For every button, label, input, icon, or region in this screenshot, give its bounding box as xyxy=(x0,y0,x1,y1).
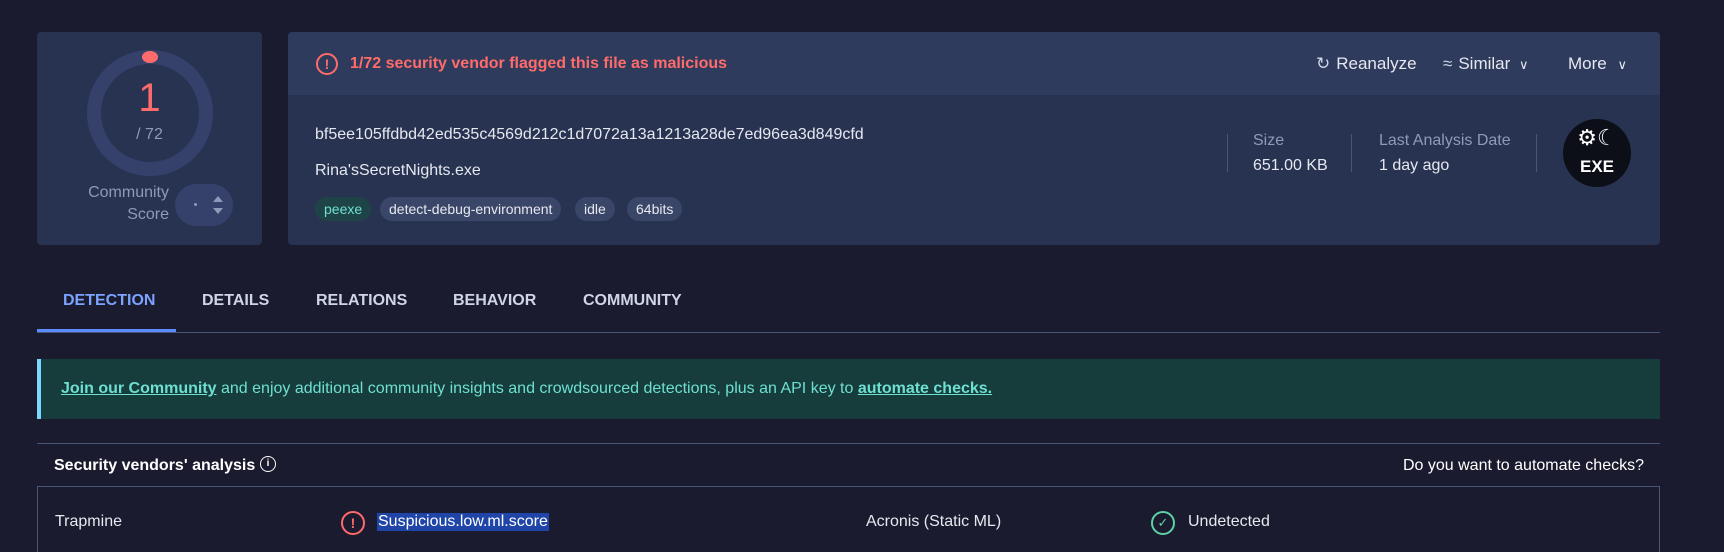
file-hash[interactable]: bf5ee105ffdbd42ed535c4569d212c1d7072a13a… xyxy=(315,126,864,144)
banner-text: Join our Community and enjoy additional … xyxy=(61,380,992,398)
tag-idle[interactable]: idle xyxy=(575,197,615,221)
vote-up-icon[interactable] xyxy=(213,196,223,202)
tab-relations[interactable]: RELATIONS xyxy=(316,292,407,310)
alert-circle-icon: ! xyxy=(316,53,338,75)
community-vote-widget[interactable] xyxy=(175,184,233,226)
tag-peexe[interactable]: peexe xyxy=(315,197,372,221)
vendors-section-title: Security vendors' analysis xyxy=(54,457,256,474)
ring-detection-marker xyxy=(142,51,158,63)
divider xyxy=(37,443,1660,444)
automate-checks-link[interactable]: automate checks. xyxy=(858,380,992,397)
chevron-down-icon: ∨ xyxy=(1617,57,1627,72)
size-label: Size xyxy=(1253,132,1285,149)
tab-detection[interactable]: DETECTION xyxy=(63,292,155,310)
tab-community[interactable]: COMMUNITY xyxy=(583,292,682,310)
last-analysis-value: 1 day ago xyxy=(1379,157,1450,174)
exe-file-icon: ⚙☾ EXE xyxy=(1563,119,1631,187)
vendor-name: Trapmine xyxy=(55,513,122,530)
tag-64bits[interactable]: 64bits xyxy=(627,197,683,221)
divider xyxy=(1351,134,1352,172)
more-button[interactable]: More ∨ xyxy=(1568,54,1627,74)
chevron-down-icon: ∨ xyxy=(1519,57,1529,72)
automate-checks-question[interactable]: Do you want to automate checks? xyxy=(1403,457,1644,475)
vote-score-dot xyxy=(194,203,197,206)
divider xyxy=(1227,134,1228,172)
detection-result: Undetected xyxy=(1188,513,1270,530)
similar-icon: ≈ xyxy=(1443,54,1453,73)
community-banner: Join our Community and enjoy additional … xyxy=(37,359,1660,419)
community-score-card: 1 / 72 Community Score xyxy=(37,32,262,245)
file-info-card: ! 1/72 security vendor flagged this file… xyxy=(288,32,1660,245)
analysis-tabs: DETECTION DETAILS RELATIONS BEHAVIOR COM… xyxy=(37,280,1660,333)
gears-icon: ⚙☾ xyxy=(1577,125,1617,150)
join-community-link[interactable]: Join our Community xyxy=(61,380,217,397)
refresh-icon: ↻ xyxy=(1316,54,1331,73)
vendors-table: Trapmine ! Suspicious.low.ml.score Acron… xyxy=(37,486,1660,552)
file-name: Rina'sSecretNights.exe xyxy=(315,162,481,179)
malicious-alert-bar: ! 1/72 security vendor flagged this file… xyxy=(288,32,1660,95)
file-type-label: EXE xyxy=(1579,157,1615,176)
tab-details[interactable]: DETAILS xyxy=(202,292,269,310)
tab-behavior[interactable]: BEHAVIOR xyxy=(453,292,536,310)
vote-down-icon[interactable] xyxy=(213,208,223,214)
check-circle-icon: ✓ xyxy=(1151,511,1175,535)
last-analysis-label: Last Analysis Date xyxy=(1379,132,1511,149)
detection-total: / 72 xyxy=(136,126,163,143)
alert-text: 1/72 security vendor flagged this file a… xyxy=(350,55,728,72)
reanalyze-button[interactable]: ↻ Reanalyze xyxy=(1316,54,1417,74)
divider xyxy=(1536,134,1537,172)
active-tab-indicator xyxy=(37,329,176,332)
similar-button[interactable]: ≈ Similar ∨ xyxy=(1443,54,1529,74)
tag-detect-debug-environment[interactable]: detect-debug-environment xyxy=(380,197,562,221)
vendor-name: Acronis (Static ML) xyxy=(866,513,1002,530)
detection-count: 1 xyxy=(138,76,161,120)
alert-circle-icon: ! xyxy=(341,511,365,535)
detection-result: Suspicious.low.ml.score xyxy=(377,513,549,531)
community-score-label: Community Score xyxy=(88,184,169,223)
banner-middle-text: and enjoy additional community insights … xyxy=(216,380,858,397)
info-icon[interactable]: i xyxy=(260,456,276,472)
size-value: 651.00 KB xyxy=(1253,157,1328,174)
